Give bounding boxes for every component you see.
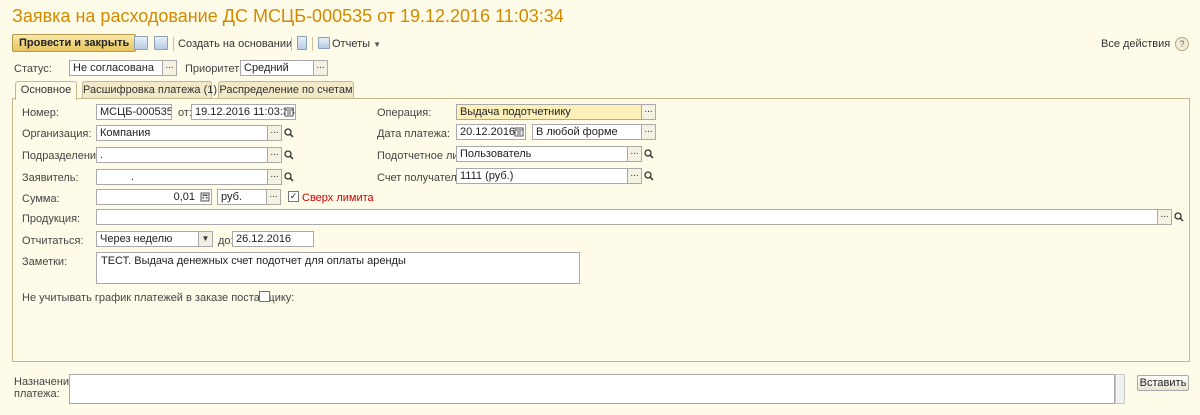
payment-date-label: Дата платежа: — [377, 128, 451, 140]
search-icon[interactable] — [643, 146, 655, 162]
operation-label: Операция: — [377, 107, 432, 119]
product-field[interactable] — [96, 209, 1158, 225]
applicant-label: Заявитель: — [22, 172, 79, 184]
organization-field[interactable]: Компания — [96, 125, 268, 141]
until-date-field[interactable]: 26.12.2016 — [232, 231, 314, 247]
organization-select-button[interactable]: ... — [268, 125, 282, 141]
search-icon[interactable] — [283, 147, 295, 163]
notes-textarea[interactable]: ТЕСТ. Выдача денежных счет подотчет для … — [96, 252, 580, 284]
payment-purpose-scrollbar[interactable] — [1115, 374, 1125, 404]
operation-select-button[interactable]: ... — [642, 104, 656, 120]
ignore-schedule-label: Не учитывать график платежей в заказе по… — [22, 292, 295, 304]
tab-main[interactable]: Основное — [15, 81, 77, 100]
chevron-down-icon[interactable]: ▼ — [199, 231, 213, 247]
search-icon[interactable] — [643, 168, 655, 184]
recipient-account-field[interactable]: 1111 (руб.) — [456, 168, 628, 184]
department-label: Подразделение: — [22, 150, 106, 162]
create-based-on-label: Создать на основании — [178, 38, 293, 50]
reports-button[interactable]: Отчеты ▼ — [332, 38, 381, 50]
report-label: Отчитаться: — [22, 235, 84, 247]
over-limit-checkbox[interactable]: ✓ — [288, 191, 299, 202]
recipient-account-select-button[interactable]: ... — [628, 168, 642, 184]
date-field[interactable]: 19.12.2016 11:03:34 — [191, 104, 296, 120]
toolbar-separator — [173, 37, 174, 51]
post-icon[interactable] — [154, 36, 168, 50]
currency-field[interactable]: руб. — [217, 189, 267, 205]
product-select-button[interactable]: ... — [1158, 209, 1172, 225]
all-actions-button[interactable]: Все действия ▼ — [1101, 38, 1181, 50]
payment-form-select-button[interactable]: ... — [642, 124, 656, 140]
number-label: Номер: — [22, 107, 59, 119]
reports-label: Отчеты — [332, 38, 371, 50]
from-label: от: — [178, 107, 192, 119]
document-journal-icon[interactable] — [297, 36, 307, 50]
report-period-select[interactable]: Через неделю — [96, 231, 199, 247]
sum-label: Сумма: — [22, 193, 60, 205]
search-icon[interactable] — [283, 125, 295, 141]
priority-select-button[interactable]: ... — [314, 60, 328, 76]
toolbar-separator — [312, 37, 313, 51]
accountable-person-select-button[interactable]: ... — [628, 146, 642, 162]
applicant-field[interactable]: . — [96, 169, 268, 185]
chevron-down-icon: ▼ — [373, 40, 382, 49]
applicant-select-button[interactable]: ... — [268, 169, 282, 185]
priority-field[interactable]: Средний — [240, 60, 314, 76]
insert-button[interactable]: Вставить — [1137, 375, 1189, 391]
recipient-account-label: Счет получателя: — [377, 172, 466, 184]
number-field[interactable]: МСЦБ-000535 — [96, 104, 172, 120]
toolbar-separator — [291, 37, 292, 51]
status-field[interactable]: Не согласована — [69, 60, 163, 76]
currency-select-button[interactable]: ... — [267, 189, 281, 205]
sum-field[interactable]: 0,01 — [96, 189, 212, 205]
status-label: Статус: — [14, 63, 52, 75]
ignore-schedule-checkbox[interactable] — [259, 291, 270, 302]
notes-label: Заметки: — [22, 256, 68, 268]
search-icon[interactable] — [283, 169, 295, 185]
create-based-on-button[interactable]: Создать на основании ▼ — [178, 38, 303, 50]
department-field[interactable]: . — [96, 147, 268, 163]
all-actions-label: Все действия — [1101, 38, 1171, 50]
priority-label: Приоритет: — [185, 63, 243, 75]
tab-payment-details[interactable]: Расшифровка платежа (1) — [82, 81, 217, 99]
save-icon[interactable] — [134, 36, 148, 50]
product-label: Продукция: — [22, 213, 81, 225]
department-select-button[interactable]: ... — [268, 147, 282, 163]
payment-form-field[interactable]: В любой форме — [532, 124, 642, 140]
operation-field[interactable]: Выдача подотчетнику — [456, 104, 642, 120]
calendar-icon[interactable] — [283, 104, 295, 120]
help-icon[interactable]: ? — [1175, 37, 1189, 51]
payment-purpose-textarea[interactable] — [69, 374, 1115, 404]
calendar-icon[interactable] — [513, 124, 525, 140]
organization-label: Организация: — [22, 128, 92, 140]
calculator-icon[interactable] — [199, 189, 211, 205]
tab-account-distribution[interactable]: Распределение по счетам — [218, 81, 354, 99]
search-icon[interactable] — [1173, 209, 1185, 225]
status-select-button[interactable]: ... — [163, 60, 177, 76]
accountable-person-field[interactable]: Пользователь — [456, 146, 628, 162]
page-title: Заявка на расходование ДС МСЦБ-000535 от… — [12, 6, 564, 26]
reports-icon — [318, 37, 330, 49]
over-limit-label: Сверх лимита — [302, 192, 374, 204]
post-and-close-button[interactable]: Провести и закрыть — [12, 34, 137, 52]
payment-purpose-label-line1: Назначение — [14, 376, 76, 388]
payment-purpose-label-line2: платежа: — [14, 388, 60, 400]
